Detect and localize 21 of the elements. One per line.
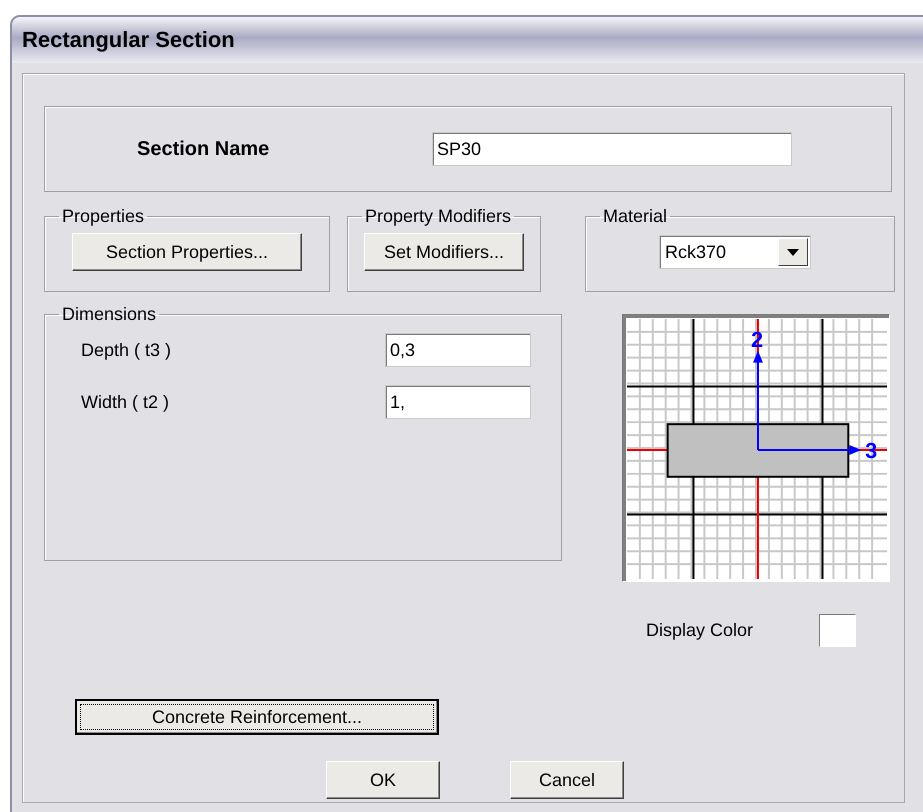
dimension-label: Width ( t2 ) <box>81 392 170 412</box>
ok-button[interactable]: OK <box>326 761 440 799</box>
dimension-label: Depth ( t3 ) <box>81 340 172 360</box>
color-swatch[interactable] <box>819 614 856 647</box>
caret-icon <box>787 248 799 256</box>
group-title: Properties <box>61 206 146 227</box>
section-properties-button[interactable]: Section Properties... <box>72 233 302 271</box>
dimension-field[interactable]: 1, <box>385 385 531 419</box>
dropdown-button[interactable] <box>778 238 808 266</box>
group-title: Property Modifiers <box>364 206 512 227</box>
group-title: Dimensions <box>61 304 158 325</box>
cancel-button[interactable]: Cancel <box>510 761 624 799</box>
group-title: Material <box>602 206 668 227</box>
dimension-field[interactable]: 0,3 <box>385 333 531 367</box>
material-dropdown[interactable]: Rck370 <box>659 235 811 269</box>
section-name-label: Section Name <box>137 138 270 160</box>
set-modifiers-button[interactable]: Set Modifiers... <box>364 233 524 271</box>
concrete-reinforcement-button[interactable]: Concrete Reinforcement... <box>75 699 439 735</box>
display-color-label: Display Color <box>646 620 754 641</box>
section-name-field[interactable]: SP30 <box>432 132 792 166</box>
window-title: Rectangular Section <box>22 27 235 53</box>
